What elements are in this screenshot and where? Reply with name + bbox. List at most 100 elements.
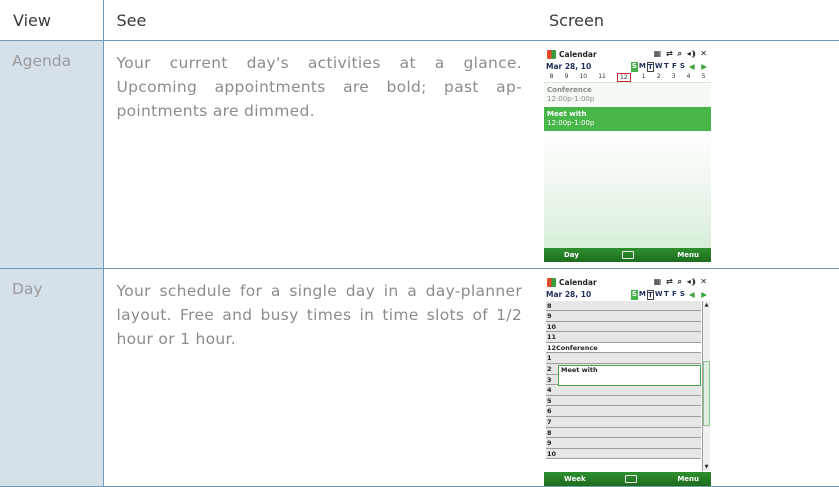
start-menu-icon (547, 49, 556, 59)
hour-label: 1 (547, 354, 552, 363)
day-letter: S (679, 61, 685, 70)
appointment-past: Conference 12:00p-1:00p (544, 82, 711, 107)
app-title: Calendar (559, 49, 597, 59)
day-letter: T (646, 61, 654, 72)
time-slot: 8 (546, 427, 701, 439)
week-days: S M T W T F S (630, 289, 686, 300)
hour-label: 9 (547, 439, 552, 448)
time-slot: 11 (546, 332, 701, 343)
table-row: Day Your schedule for a single day in a … (0, 268, 839, 487)
view-name: Agenda (0, 40, 104, 269)
day-letter: M (638, 289, 646, 298)
hour-label: 4 (686, 72, 691, 80)
time-slot: 12 Conference (546, 342, 701, 354)
hour-label: 7 (547, 418, 552, 427)
title-bar: Calendar ▦ ⇄ ⌕ ◂⸩ ✕ (544, 47, 711, 61)
hour-label: 3 (671, 72, 676, 80)
day-letter: M (638, 61, 646, 70)
day-letter: S (630, 61, 638, 72)
appointment-time: 12:00p-1:00p (547, 94, 595, 103)
softkey-right: Menu (677, 250, 699, 259)
appointment-name: Conference (547, 85, 592, 94)
hour-label: 1 (641, 72, 646, 80)
scroll-up-icon[interactable]: ▲ (703, 301, 710, 309)
day-letter: T (646, 289, 654, 300)
current-date: Mar 28, 10 (546, 62, 592, 71)
time-slot: 1 (546, 353, 701, 365)
softkey-left: Day (564, 250, 579, 259)
time-slot: 10 (546, 448, 701, 460)
day-screenshot: Calendar ▦ ⇄ ⌕ ◂⸩ ✕ Mar 28, 10 S M T W T… (544, 275, 711, 486)
nav-arrows-icon: ◀ ▶ (688, 290, 709, 299)
date-bar: Mar 28, 10 S M T W T F S ◀ ▶ (544, 61, 711, 73)
hour-label: 8 (547, 301, 552, 310)
time-slot: 9 (546, 311, 701, 322)
hour-label: 10 (547, 322, 557, 331)
softkey-bar: Week Menu (544, 471, 711, 486)
hour-label: 11 (547, 333, 557, 342)
screen-cell: Calendar ▦ ⇄ ⌕ ◂⸩ ✕ Mar 28, 10 S M T W T… (536, 268, 839, 487)
appointment-upcoming: Meet with 12:00p-1:00p (544, 106, 711, 131)
time-slot: 4 (546, 385, 701, 396)
header-screen: Screen (536, 0, 839, 41)
event-meet-with: Meet with (558, 364, 701, 386)
hour-label: 5 (547, 396, 552, 405)
day-letter: S (679, 289, 685, 298)
day-letter: T (663, 61, 669, 70)
table-header-row: View See Screen (0, 0, 839, 41)
header-view: View (0, 0, 104, 41)
view-description: Your current day's activities at a glanc… (103, 40, 536, 269)
scroll-down-icon[interactable]: ▼ (703, 463, 710, 471)
time-slot: 6 (546, 406, 701, 418)
nav-arrows-icon: ◀ ▶ (688, 62, 709, 71)
hour-label: 10 (547, 449, 557, 458)
scroll-thumb[interactable] (703, 360, 710, 426)
screen-cell: Calendar ▦ ⇄ ⌕ ◂⸩ ✕ Mar 28, 10 S M T W T… (536, 40, 839, 269)
start-menu-icon (547, 277, 556, 287)
hour-label: 5 (701, 72, 706, 80)
hour-strip: 8 9 10 11 12 1 2 3 4 5 (544, 72, 711, 83)
softkey-right: Menu (677, 474, 699, 483)
current-date: Mar 28, 10 (546, 290, 592, 299)
keyboard-icon (625, 474, 638, 483)
day-letter: S (630, 289, 638, 300)
hour-label: 10 (579, 72, 588, 80)
view-name: Day (0, 268, 104, 487)
header-see: See (103, 0, 536, 41)
date-bar: Mar 28, 10 S M T W T F S ◀ ▶ (544, 289, 711, 301)
hour-label: 11 (598, 72, 606, 80)
time-slot: 9 (546, 438, 701, 449)
hour-label: 2 (547, 365, 552, 374)
hour-label: 3 (547, 375, 552, 384)
title-bar: Calendar ▦ ⇄ ⌕ ◂⸩ ✕ (544, 275, 711, 289)
week-days: S M T W T F S (630, 61, 686, 72)
view-description: Your schedule for a single day in a day-… (103, 268, 536, 487)
app-title: Calendar (559, 277, 597, 287)
hour-label: 12 (547, 343, 557, 352)
time-slot: 10 (546, 321, 701, 333)
agenda-empty-area (544, 130, 711, 262)
views-table: View See Screen Agenda Your current day'… (0, 0, 839, 487)
system-tray-icons: ▦ ⇄ ⌕ ◂⸩ ✕ (653, 49, 708, 58)
day-letter: F (671, 61, 677, 70)
hour-label: 9 (547, 312, 552, 321)
hour-label: 8 (547, 428, 552, 437)
hour-label: 6 (547, 407, 552, 416)
event-conference: Conference (556, 343, 598, 352)
appointment-name: Meet with (547, 109, 587, 118)
hour-label: 9 (564, 72, 569, 80)
hour-label: 4 (547, 386, 552, 395)
softkey-bar: Day Menu (544, 247, 711, 262)
hour-label: 12 (617, 72, 631, 82)
table-row: Agenda Your current day's activities at … (0, 40, 839, 269)
day-letter: W (654, 289, 663, 298)
hour-label: 2 (656, 72, 661, 80)
keyboard-icon (622, 250, 635, 259)
vertical-scrollbar[interactable]: ▲ ▼ (702, 300, 710, 471)
hour-label: 8 (549, 72, 554, 80)
time-slot: 7 (546, 417, 701, 428)
system-tray-icons: ▦ ⇄ ⌕ ◂⸩ ✕ (653, 277, 708, 286)
day-letter: T (663, 289, 669, 298)
day-letter: F (671, 289, 677, 298)
day-letter: W (654, 61, 663, 70)
